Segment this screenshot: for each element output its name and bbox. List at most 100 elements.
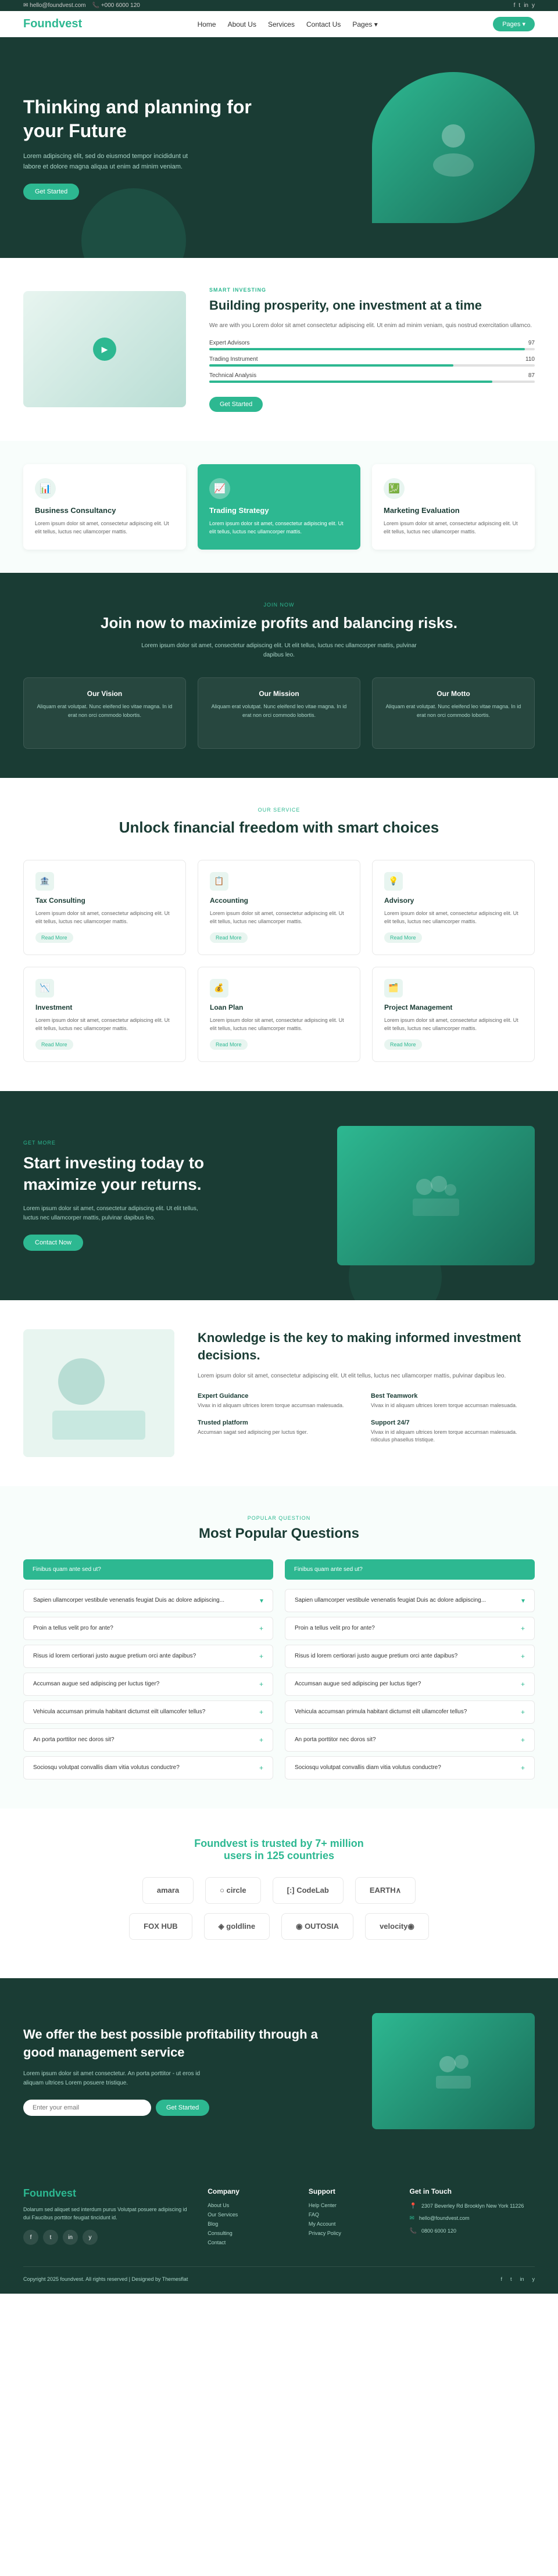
facebook-icon[interactable]: f	[514, 2, 516, 9]
faq-item-r3[interactable]: Risus id lorem certiorari justo augue pr…	[285, 1645, 535, 1668]
faq-expand-icon-r4: +	[521, 1680, 525, 1688]
knowledge-description: Lorem ipsum dolor sit amet, consectetur …	[198, 1372, 535, 1381]
footer-link-help[interactable]: Help Center	[309, 2202, 392, 2208]
investment-read-more[interactable]: Read More	[35, 1039, 73, 1050]
hero-image-area	[279, 72, 535, 223]
footer-link-blog[interactable]: Blog	[208, 2221, 291, 2227]
offer-cta-button[interactable]: Get Started	[156, 2100, 209, 2116]
footer-link-contact[interactable]: Contact	[208, 2240, 291, 2245]
offer-email-input[interactable]	[23, 2100, 151, 2116]
tax-read-more[interactable]: Read More	[35, 932, 73, 943]
footer-email-text: hello@foundvest.com	[419, 2215, 470, 2223]
advisory-icon: 💡	[384, 872, 403, 891]
footer-contact-email: ✉ hello@foundvest.com	[410, 2215, 535, 2223]
logos-row-2: FOX HUB ◈ goldline ◉ OUTOSIA velocity◉	[23, 1913, 535, 1940]
analysis-progress-fill	[209, 381, 492, 383]
footer-phone-text: 0800 6000 120	[421, 2227, 456, 2236]
knowledge-feature-1: Expert Guidance Vivax in id aliquam ultr…	[198, 1393, 362, 1410]
footer-bottom-in[interactable]: in	[520, 2276, 524, 2282]
feature-2-title: Best Teamwork	[371, 1393, 535, 1400]
invest-description: We are with you Lorem dolor sit amet con…	[209, 321, 535, 331]
join-label: JOIN NOW	[23, 602, 535, 608]
logo-goldline: ◈ goldline	[204, 1913, 270, 1940]
footer-address-text: 2307 Beverley Rd Brooklyn New York 11226	[421, 2202, 524, 2211]
faq-item-4[interactable]: Accumsan augue sed adipiscing per luctus…	[23, 1673, 273, 1696]
faq-item-7[interactable]: Sociosqu volutpat convallis diam vitia v…	[23, 1756, 273, 1779]
advisory-read-more[interactable]: Read More	[384, 932, 422, 943]
faq-item-r5[interactable]: Vehicula accumsan primula habitant dictu…	[285, 1700, 535, 1724]
topbar-phone: +000 6000 120	[101, 2, 140, 9]
consulting-image-area	[291, 1126, 535, 1265]
analysis-progress-bar	[209, 381, 535, 383]
tax-title: Tax Consulting	[35, 896, 174, 905]
faq-item-r1[interactable]: Sapien ullamcorper vestibule venenatis f…	[285, 1589, 535, 1612]
logo-accent: vest	[59, 17, 82, 30]
footer-link-privacy[interactable]: Privacy Policy	[309, 2230, 392, 2236]
faq-item-6[interactable]: An porta porttitor nec doros sit? +	[23, 1728, 273, 1752]
faq-item-r7[interactable]: Sociosqu volutpat convallis diam vitia v…	[285, 1756, 535, 1779]
service-icon-2: 📈	[209, 478, 230, 499]
join-vision-desc: Aliquam erat volutpat. Nunc eleifend leo…	[35, 702, 174, 719]
linkedin-icon[interactable]: in	[524, 2, 528, 9]
invest-cta-button[interactable]: Get Started	[209, 397, 263, 412]
footer-link-services[interactable]: Our Services	[208, 2212, 291, 2218]
phone-icon: 📞	[410, 2228, 417, 2234]
nav-cta-button[interactable]: Pages ▾	[493, 17, 535, 31]
site-logo[interactable]: Foundvest	[23, 17, 82, 31]
footer-youtube-icon[interactable]: y	[83, 2230, 98, 2245]
faq-item-2[interactable]: Proin a tellus velit pro for ante? +	[23, 1617, 273, 1640]
footer-company-links: About Us Our Services Blog Consulting Co…	[208, 2202, 291, 2245]
twitter-icon[interactable]: t	[518, 2, 520, 9]
advisory-title: Advisory	[384, 896, 523, 905]
footer-twitter-icon[interactable]: t	[43, 2230, 58, 2245]
consulting-content: GET MORE Start investing today to maximi…	[23, 1140, 267, 1251]
nav-home[interactable]: Home	[198, 20, 216, 28]
loan-read-more[interactable]: Read More	[210, 1039, 248, 1050]
logo-text: Found	[23, 17, 59, 30]
hero-heading: Thinking and planning for your Future	[23, 95, 279, 143]
trusted-section: Foundvest is trusted by 7+ million users…	[0, 1809, 558, 1978]
faq-qr1-text: Sapien ullamcorper vestibule venenatis f…	[295, 1597, 486, 1603]
faq-item-r2[interactable]: Proin a tellus velit pro for ante? +	[285, 1617, 535, 1640]
nav-contact[interactable]: Contact Us	[306, 20, 341, 28]
nav-pages[interactable]: Pages ▾	[352, 20, 377, 28]
faq-item-r4[interactable]: Accumsan augue sed adipiscing per luctus…	[285, 1673, 535, 1696]
faq-col1-header-text: Finibus quam ante sed ut?	[33, 1566, 264, 1573]
join-card-vision: Our Vision Aliquam erat volutpat. Nunc e…	[23, 677, 186, 749]
footer-link-account[interactable]: My Account	[309, 2221, 392, 2227]
faq-item-3[interactable]: Risus id lorem certiorari justo augue pr…	[23, 1645, 273, 1668]
invest-section-label: SMART INVESTING	[209, 287, 535, 293]
faq-item-r6[interactable]: An porta porttitor nec doros sit? +	[285, 1728, 535, 1752]
play-button[interactable]: ▶	[93, 338, 116, 361]
footer-bottom-yt[interactable]: y	[532, 2276, 535, 2282]
footer-link-about[interactable]: About Us	[208, 2202, 291, 2208]
youtube-icon[interactable]: y	[532, 2, 535, 9]
footer-linkedin-icon[interactable]: in	[63, 2230, 78, 2245]
investment-icon: 📉	[35, 979, 54, 998]
footer-company-title: Company	[208, 2187, 291, 2195]
footer-bottom: Copyright 2025 foundvest. All rights res…	[23, 2266, 535, 2282]
footer-link-consulting[interactable]: Consulting	[208, 2230, 291, 2236]
hero-cta-button[interactable]: Get Started	[23, 184, 79, 200]
consulting-cta-button[interactable]: Contact Now	[23, 1235, 83, 1251]
accounting-read-more[interactable]: Read More	[210, 932, 248, 943]
faq-item-5[interactable]: Vehicula accumsan primula habitant dictu…	[23, 1700, 273, 1724]
nav-about[interactable]: About Us	[228, 20, 256, 28]
tax-desc: Lorem ipsum dolor sit amet, consectetur …	[35, 909, 174, 926]
faq-col1-header: Finibus quam ante sed ut?	[23, 1559, 273, 1580]
faq-qr5-text: Vehicula accumsan primula habitant dictu…	[295, 1709, 467, 1715]
offer-image	[372, 2013, 535, 2129]
faq-expand-icon-5: +	[259, 1708, 263, 1716]
faq-q6-text: An porta porttitor nec doros sit?	[33, 1737, 115, 1743]
faq-expand-icon-3: +	[259, 1652, 263, 1660]
footer-link-faq[interactable]: FAQ	[309, 2212, 392, 2218]
footer-bottom-tw[interactable]: t	[510, 2276, 512, 2282]
project-read-more[interactable]: Read More	[384, 1039, 422, 1050]
faq-item-1[interactable]: Sapien ullamcorper vestibule venenatis f…	[23, 1589, 273, 1612]
service-title-1: Business Consultancy	[35, 506, 174, 515]
nav-services[interactable]: Services	[268, 20, 295, 28]
footer-bottom-fb[interactable]: f	[500, 2276, 502, 2282]
footer-facebook-icon[interactable]: f	[23, 2230, 38, 2245]
join-section: JOIN NOW Join now to maximize profits an…	[0, 573, 558, 778]
feature-1-desc: Vivax in id aliquam ultrices lorem torqu…	[198, 1402, 362, 1410]
